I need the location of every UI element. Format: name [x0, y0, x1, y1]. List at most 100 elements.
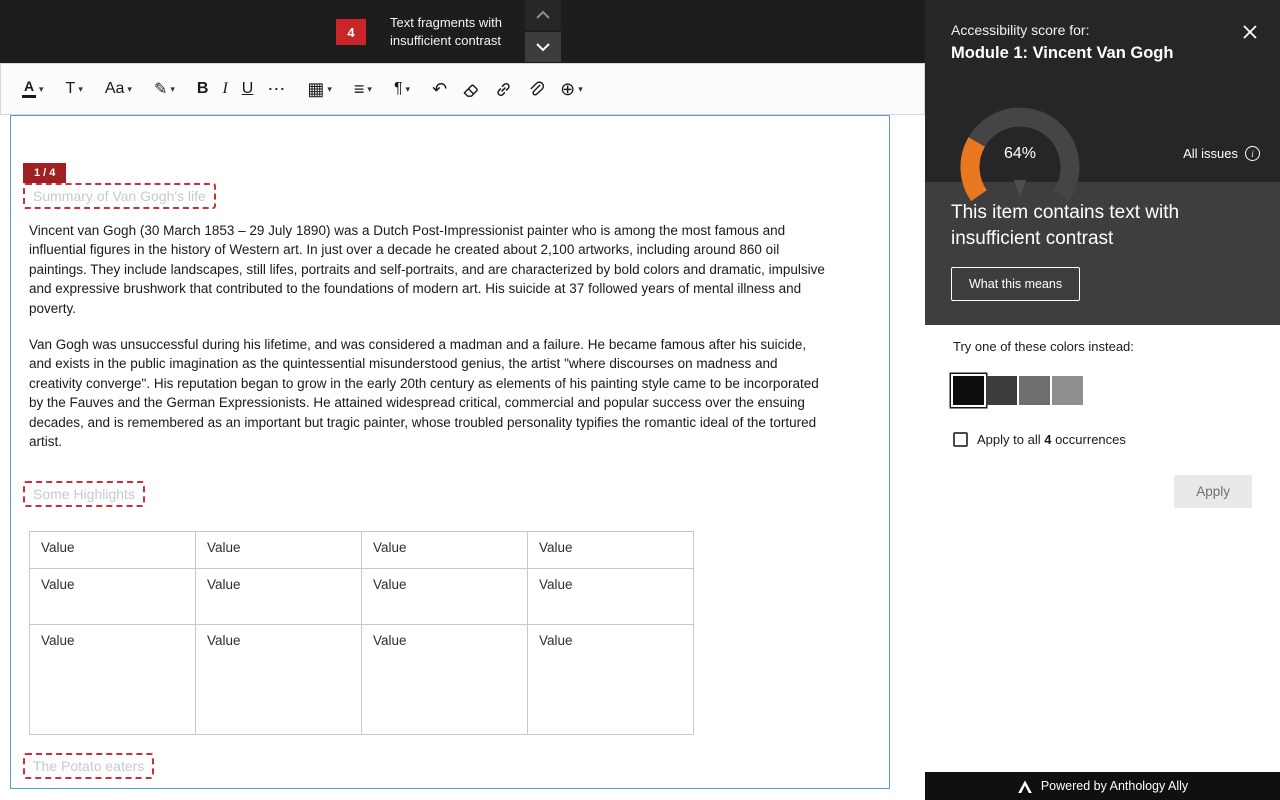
issue-position-badge: 1 / 4 — [23, 163, 66, 183]
info-icon[interactable]: i — [1245, 146, 1260, 161]
align-icon: ≡ — [354, 79, 365, 100]
chevron-up-icon — [535, 10, 551, 20]
paragraph-icon: ¶ — [394, 80, 403, 98]
table-cell[interactable]: Value — [528, 532, 694, 569]
text-style-icon: T — [66, 80, 76, 98]
color-swatch-row — [953, 376, 1252, 405]
ally-footer: Powered by Anthology Ally — [925, 772, 1280, 800]
caret-down-icon: ▾ — [39, 84, 44, 95]
accessibility-score-gauge: 64% — [945, 95, 1095, 210]
table-button[interactable]: ▦ ▾ — [300, 71, 339, 107]
apply-button[interactable]: Apply — [1174, 475, 1252, 508]
all-issues-link[interactable]: All issues i — [1183, 146, 1260, 161]
table-cell[interactable]: Value — [30, 532, 196, 569]
color-swatch-2[interactable] — [986, 376, 1017, 405]
table-row: Value Value Value Value — [30, 625, 694, 735]
table-icon: ▦ — [307, 79, 324, 100]
table-cell[interactable]: Value — [528, 569, 694, 625]
close-panel-button[interactable] — [1242, 24, 1258, 43]
caret-down-icon: ▾ — [327, 84, 332, 95]
table-cell[interactable]: Value — [30, 569, 196, 625]
editor-toolbar: A ▾ T ▾ Aa ▾ ✎ ▾ B I — [0, 63, 925, 115]
panel-title: Module 1: Vincent Van Gogh — [951, 44, 1173, 63]
bold-button[interactable]: B — [190, 71, 216, 107]
issue-count-badge: 4 — [336, 19, 366, 45]
underline-icon: U — [242, 80, 254, 98]
flagged-heading-highlights[interactable]: Some Highlights — [23, 481, 145, 507]
issue-nav-buttons — [525, 0, 561, 62]
body-paragraph-1[interactable]: Vincent van Gogh (30 March 1853 – 29 Jul… — [29, 221, 829, 318]
bold-icon: B — [197, 80, 209, 98]
caret-down-icon: ▾ — [578, 84, 583, 95]
italic-icon: I — [222, 80, 227, 98]
remediation-section: Try one of these colors instead: Apply t… — [925, 325, 1280, 772]
text-color-button[interactable]: A ▾ — [15, 71, 51, 107]
eraser-icon — [461, 80, 480, 99]
apply-all-checkbox[interactable] — [953, 432, 968, 447]
add-content-button[interactable]: ⊕ ▾ — [553, 71, 590, 107]
color-swatch-1[interactable] — [953, 376, 984, 405]
color-swatch-4[interactable] — [1052, 376, 1083, 405]
table-cell[interactable]: Value — [362, 569, 528, 625]
close-icon — [1242, 24, 1258, 40]
italic-button[interactable]: I — [215, 71, 234, 107]
ally-accessibility-panel: Accessibility score for: Module 1: Vince… — [925, 0, 1280, 800]
apply-all-row[interactable]: Apply to all 4 occurrences — [953, 432, 1252, 447]
gauge-needle — [1014, 180, 1026, 197]
align-button[interactable]: ≡ ▾ — [347, 71, 379, 107]
text-color-icon: A — [22, 80, 36, 98]
caret-down-icon: ▾ — [127, 84, 132, 95]
underline-button[interactable]: U — [235, 71, 261, 107]
body-paragraph-2[interactable]: Van Gogh was unsuccessful during his lif… — [29, 335, 829, 451]
highlight-color-button[interactable]: ✎ ▾ — [147, 71, 182, 107]
content-table: Value Value Value Value Value Value Valu… — [29, 531, 694, 735]
issue-navigation-bar: 4 Text fragments with insufficient contr… — [0, 0, 925, 63]
score-for-label: Accessibility score for: — [951, 22, 1089, 38]
content-editor: A ▾ T ▾ Aa ▾ ✎ ▾ B I — [0, 63, 925, 800]
undo-button[interactable]: ↶ — [425, 71, 454, 107]
ally-contrast-screen: 4 Text fragments with insufficient contr… — [0, 0, 1280, 800]
caret-down-icon: ▾ — [78, 84, 83, 95]
chevron-down-icon — [535, 42, 551, 52]
caret-down-icon: ▾ — [170, 84, 175, 95]
table-cell[interactable]: Value — [362, 532, 528, 569]
table-row: Value Value Value Value — [30, 569, 694, 625]
table-cell[interactable]: Value — [362, 625, 528, 735]
colors-prompt: Try one of these colors instead: — [953, 339, 1252, 354]
table-cell[interactable]: Value — [196, 532, 362, 569]
link-icon — [494, 80, 513, 99]
issue-type-label: Text fragments with insufficient contras… — [390, 14, 520, 50]
text-style-button[interactable]: T ▾ — [59, 71, 90, 107]
table-cell[interactable]: Value — [196, 569, 362, 625]
previous-issue-button[interactable] — [525, 0, 561, 30]
anthology-logo-icon — [1017, 779, 1033, 794]
flagged-heading-summary[interactable]: Summary of Van Gogh's life — [23, 183, 216, 209]
table-row: Value Value Value Value — [30, 532, 694, 569]
caret-down-icon: ▾ — [406, 84, 411, 95]
all-issues-label: All issues — [1183, 146, 1238, 161]
table-cell[interactable]: Value — [196, 625, 362, 735]
highlight-color-icon: ✎ — [154, 79, 167, 99]
score-value: 64% — [945, 145, 1095, 163]
font-size-icon: Aa — [105, 80, 125, 98]
table-cell[interactable]: Value — [30, 625, 196, 735]
next-issue-button[interactable] — [525, 32, 561, 62]
apply-all-label: Apply to all 4 occurrences — [977, 432, 1126, 447]
table-cell[interactable]: Value — [528, 625, 694, 735]
color-swatch-3[interactable] — [1019, 376, 1050, 405]
undo-icon: ↶ — [432, 79, 447, 100]
flagged-heading-potato-eaters[interactable]: The Potato eaters — [23, 753, 154, 779]
more-options-button[interactable]: ⋯ — [260, 71, 292, 107]
paperclip-icon — [527, 80, 546, 99]
what-this-means-button[interactable]: What this means — [951, 267, 1080, 301]
caret-down-icon: ▾ — [367, 84, 372, 95]
link-button[interactable] — [487, 71, 520, 107]
add-content-icon: ⊕ — [560, 79, 575, 100]
attachment-button[interactable] — [520, 71, 553, 107]
clear-formatting-button[interactable] — [454, 71, 487, 107]
font-size-button[interactable]: Aa ▾ — [98, 71, 139, 107]
editor-content-area[interactable]: 1 / 4 Summary of Van Gogh's life Vincent… — [10, 115, 890, 789]
more-options-icon: ⋯ — [267, 79, 285, 100]
footer-label: Powered by Anthology Ally — [1041, 779, 1188, 793]
paragraph-button[interactable]: ¶ ▾ — [387, 71, 417, 107]
